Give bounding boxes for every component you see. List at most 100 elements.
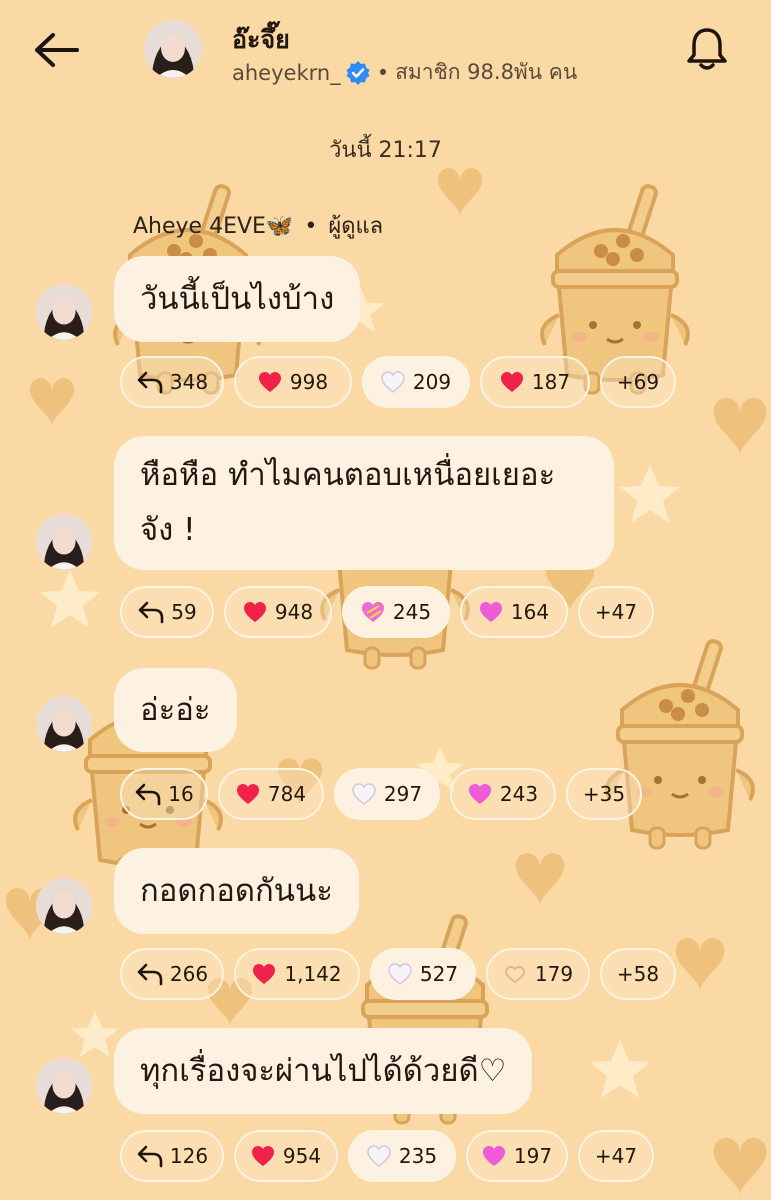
reaction-count: 784 [267,782,307,806]
reaction-chip[interactable]: 164 [460,586,568,638]
message-bubble[interactable]: หือหือ ทำไมคนตอบเหนื่อยเยอะ จัง ! [114,436,614,570]
more-reactions-count: +35 [582,782,626,806]
reaction-count: 297 [383,782,423,806]
reaction-count: 998 [289,370,329,394]
reaction-chip[interactable]: 948 [224,586,332,638]
heart-hands-icon [504,965,525,984]
reaction-chip[interactable]: 954 [234,1130,338,1182]
reaction-chip[interactable]: 197 [466,1130,568,1182]
reaction-count: 954 [282,1144,322,1168]
back-button[interactable] [30,28,84,72]
more-reactions-chip[interactable]: +47 [578,1130,654,1182]
reply-chip[interactable]: 348 [120,356,224,408]
reply-icon [137,963,163,986]
message-text-line: จัง ! [140,512,196,548]
reply-chip[interactable]: 16 [120,768,208,820]
reaction-chip[interactable]: 243 [450,768,556,820]
more-reactions-chip[interactable]: +35 [566,768,642,820]
channel-avatar[interactable] [144,20,202,78]
sender-line: Aheye 4EVE🦋 • ผู้ดูแล [133,208,383,243]
reaction-bar: 126 954 235 197 +47 [120,1130,654,1182]
message-bubble[interactable]: อ่ะอ่ะ [114,668,237,752]
reaction-chip[interactable]: 784 [218,768,324,820]
reaction-bar: 266 1,142 527 179 +58 [120,948,676,1000]
member-count: สมาชิก 98.8พัน คน [395,60,578,84]
reaction-chip[interactable]: 187 [480,356,590,408]
message-bubble[interactable]: ทุกเรื่องจะผ่านไปได้ด้วยดี♡ [114,1028,533,1114]
red-heart-icon [243,602,266,622]
reply-count: 59 [171,600,197,624]
avatar[interactable] [36,1058,92,1114]
reaction-bar: 59 948 245 164 +47 [120,586,654,638]
white-heart-icon [381,371,405,393]
sender-name[interactable]: Aheye 4EVE🦋 [133,214,293,239]
arrow-left-icon [35,33,79,67]
reaction-chip[interactable]: 297 [334,768,440,820]
reaction-chip[interactable]: 245 [342,586,450,638]
message-bubble[interactable]: วันนี้เป็นไงบ้าง [114,256,361,342]
sender-separator: • [304,214,318,239]
reaction-count: 209 [412,370,452,394]
message-text-line: หือหือ ทำไมคนตอบเหนื่อยเยอะ [140,457,556,493]
channel-subtitle: aheyekrn_ • สมาชิก 98.8พัน คน [232,56,577,89]
more-reactions-count: +47 [594,1144,638,1168]
more-reactions-chip[interactable]: +69 [600,356,676,408]
chat-timestamp: วันนี้ 21:17 [329,138,442,163]
more-reactions-count: +58 [616,962,660,986]
more-reactions-chip[interactable]: +58 [600,948,676,1000]
avatar[interactable] [36,284,92,340]
reaction-count: 187 [531,370,571,394]
more-reactions-chip[interactable]: +47 [578,586,654,638]
white-heart-icon [367,1145,391,1167]
message-bubble[interactable]: กอดกอดกันนะ [114,848,359,934]
reply-count: 266 [169,962,209,986]
reaction-chip[interactable]: 235 [348,1130,456,1182]
reaction-chip[interactable]: 1,142 [234,948,360,1000]
reaction-count: 948 [274,600,314,624]
white-heart-icon [388,963,412,985]
reaction-chip[interactable]: 527 [370,948,476,1000]
reply-count: 126 [169,1144,209,1168]
reaction-count: 235 [398,1144,438,1168]
reply-icon [138,601,164,624]
reaction-chip[interactable]: 209 [362,356,470,408]
avatar[interactable] [36,696,92,752]
reaction-chip[interactable]: 998 [234,356,352,408]
reply-chip[interactable]: 126 [120,1130,224,1182]
avatar[interactable] [36,878,92,934]
avatar[interactable] [36,514,92,570]
more-reactions-count: +69 [616,370,660,394]
reaction-count: 243 [499,782,539,806]
reaction-count: 197 [513,1144,553,1168]
red-heart-icon [500,372,523,392]
red-heart-icon [236,784,259,804]
channel-name[interactable]: อ๊ะจึ๊ย [232,20,290,60]
reply-icon [137,371,163,394]
red-heart-icon [253,964,276,984]
reply-count: 348 [169,370,209,394]
notification-button[interactable] [682,24,732,74]
reaction-chip[interactable]: 179 [486,948,590,1000]
heart-with-ribbon-icon [361,602,384,622]
red-heart-icon [258,372,281,392]
sender-role: ผู้ดูแล [328,214,384,239]
bell-icon [687,28,727,70]
pink-heart-icon [468,784,491,804]
verified-badge-icon [346,60,370,85]
reply-chip[interactable]: 59 [120,586,214,638]
channel-handle: aheyekrn_ [232,60,341,85]
reaction-bar: 348 998 209 187 +69 [120,356,676,408]
reply-icon [137,1145,163,1168]
reply-icon [135,783,161,806]
pink-heart-icon [479,602,502,622]
reply-count: 16 [168,782,194,806]
reaction-count: 164 [510,600,550,624]
reaction-count: 245 [392,600,432,624]
white-heart-icon [352,783,376,805]
red-heart-icon [251,1146,274,1166]
reaction-count: 1,142 [284,962,342,986]
reply-chip[interactable]: 266 [120,948,224,1000]
reaction-count: 527 [419,962,459,986]
reaction-count: 179 [534,962,574,986]
more-reactions-count: +47 [594,600,638,624]
